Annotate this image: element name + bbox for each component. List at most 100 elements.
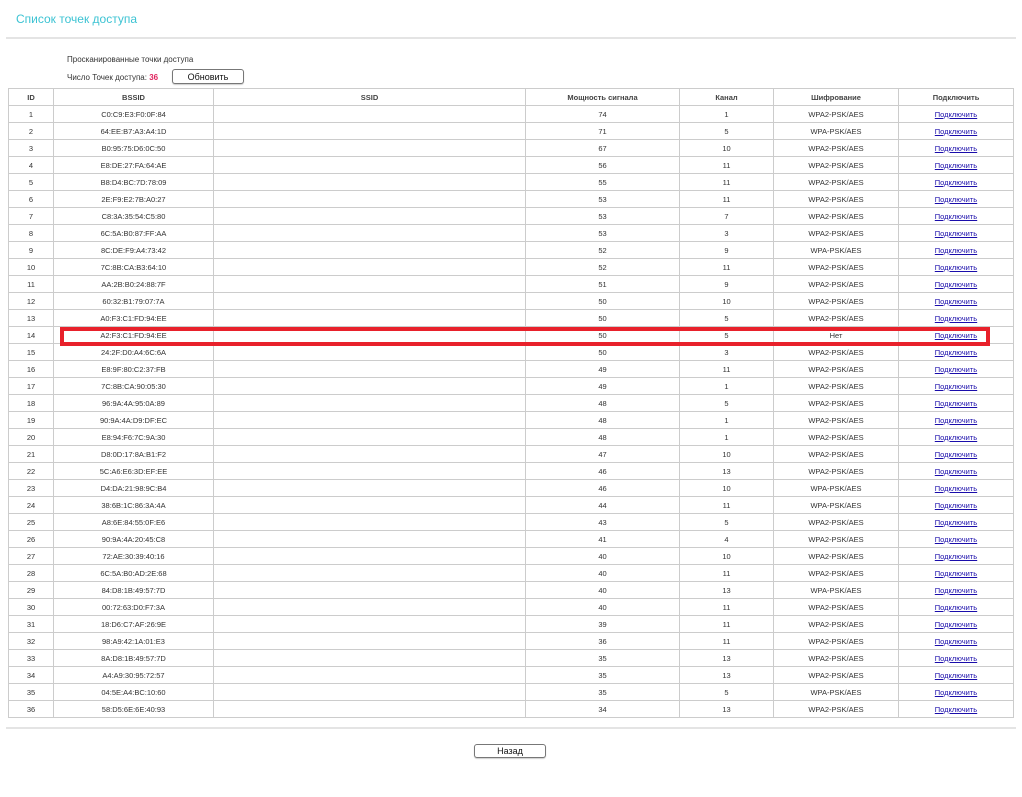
cell-bssid: C0:C9:E3:F0:0F:84 [53,105,214,123]
cell-signal: 55 [525,173,680,191]
table-row: 10 7C:8B:CA:B3:64:10 52 11 WPA2-PSK/AES Подкл… [8,258,1014,276]
connect-link[interactable]: Подключить [935,195,977,204]
connect-link[interactable]: Подключить [935,586,977,595]
connect-link[interactable]: Подключить [935,671,977,680]
connect-link[interactable]: Подключить [935,212,977,221]
cell-connect: Подключить [898,547,1014,565]
cell-encryption: WPA2-PSK/AES [773,275,899,293]
connect-link[interactable]: Подключить [935,246,977,255]
cell-id: 20 [8,428,54,446]
connect-link[interactable]: Подключить [935,314,977,323]
cell-ssid [213,394,526,412]
cell-ssid [213,496,526,514]
cell-signal: 34 [525,700,680,718]
connect-link[interactable]: Подключить [935,416,977,425]
page-title: Список точек доступа [16,12,138,26]
table-row: 15 24:2F:D0:A4:6C:6A 50 3 WPA2-PSK/AES Подклю… [8,343,1014,361]
table-row: 13 A0:F3:C1:FD:94:EE 50 5 WPA2-PSK/AES Подклю… [8,309,1014,327]
cell-id: 11 [8,275,54,293]
cell-connect: Подключить [898,105,1014,123]
connect-link[interactable]: Подключить [935,501,977,510]
connect-link[interactable]: Подключить [935,484,977,493]
cell-ssid [213,275,526,293]
cell-channel: 11 [679,496,774,514]
connect-link[interactable]: Подключить [935,450,977,459]
connect-link[interactable]: Подключить [935,331,977,340]
ap-count: Число Точек доступа: 36 [67,73,158,82]
cell-bssid: 7C:8B:CA:90:05:30 [53,377,214,395]
connect-link[interactable]: Подключить [935,688,977,697]
back-button[interactable]: Назад [474,744,546,758]
cell-connect: Подключить [898,666,1014,684]
cell-id: 35 [8,683,54,701]
connect-link[interactable]: Подключить [935,382,977,391]
cell-ssid [213,632,526,650]
table-row: 18 96:9A:4A:95:0A:89 48 5 WPA2-PSK/AES Подклю… [8,394,1014,412]
connect-link[interactable]: Подключить [935,178,977,187]
connect-link[interactable]: Подключить [935,569,977,578]
cell-channel: 11 [679,564,774,582]
connect-link[interactable]: Подключить [935,433,977,442]
connect-link[interactable]: Подключить [935,297,977,306]
cell-bssid: 64:EE:B7:A3:A4:1D [53,122,214,140]
connect-link[interactable]: Подключить [935,637,977,646]
connect-link[interactable]: Подключить [935,620,977,629]
connect-link[interactable]: Подключить [935,348,977,357]
cell-bssid: D4:DA:21:98:9C:B4 [53,479,214,497]
connect-link[interactable]: Подключить [935,603,977,612]
cell-channel: 1 [679,105,774,123]
refresh-button[interactable]: Обновить [172,69,244,84]
connect-link[interactable]: Подключить [935,518,977,527]
cell-encryption: WPA2-PSK/AES [773,445,899,463]
connect-link[interactable]: Подключить [935,280,977,289]
cell-connect: Подключить [898,615,1014,633]
cell-signal: 40 [525,547,680,565]
cell-signal: 52 [525,241,680,259]
connect-link[interactable]: Подключить [935,127,977,136]
connect-link[interactable]: Подключить [935,535,977,544]
cell-signal: 40 [525,564,680,582]
cell-connect: Подключить [898,479,1014,497]
connect-link[interactable]: Подключить [935,552,977,561]
connect-link[interactable]: Подключить [935,229,977,238]
cell-channel: 4 [679,530,774,548]
cell-channel: 9 [679,241,774,259]
cell-bssid: 72:AE:30:39:40:16 [53,547,214,565]
cell-bssid: A8:6E:84:55:0F:E6 [53,513,214,531]
cell-connect: Подключить [898,632,1014,650]
cell-signal: 40 [525,581,680,599]
connect-link[interactable]: Подключить [935,161,977,170]
table-row: 20 E8:94:F6:7C:9A:30 48 1 WPA2-PSK/AES Подклю… [8,428,1014,446]
cell-bssid: AA:2B:B0:24:88:7F [53,275,214,293]
cell-bssid: 98:A9:42:1A:01:E3 [53,632,214,650]
table-row: 27 72:AE:30:39:40:16 40 10 WPA2-PSK/AES Подкл… [8,547,1014,565]
cell-channel: 5 [679,122,774,140]
cell-connect: Подключить [898,598,1014,616]
table-row: 2 64:EE:B7:A3:A4:1D 71 5 WPA-PSK/AES Подключи… [8,122,1014,140]
cell-id: 32 [8,632,54,650]
cell-ssid [213,513,526,531]
connect-link[interactable]: Подключить [935,399,977,408]
connect-link[interactable]: Подключить [935,467,977,476]
cell-id: 12 [8,292,54,310]
cell-bssid: 6C:5A:B0:AD:2E:68 [53,564,214,582]
connect-link[interactable]: Подключить [935,144,977,153]
cell-connect: Подключить [898,394,1014,412]
cell-signal: 53 [525,207,680,225]
table-row: 29 84:D8:1B:49:57:7D 40 13 WPA-PSK/AES Подклю… [8,581,1014,599]
cell-channel: 11 [679,173,774,191]
connect-link[interactable]: Подключить [935,654,977,663]
cell-encryption: WPA2-PSK/AES [773,394,899,412]
connect-link[interactable]: Подключить [935,110,977,119]
cell-encryption: WPA2-PSK/AES [773,547,899,565]
cell-ssid [213,564,526,582]
cell-bssid: 90:9A:4A:D9:DF:EC [53,411,214,429]
connect-link[interactable]: Подключить [935,705,977,714]
cell-connect: Подключить [898,241,1014,259]
cell-id: 27 [8,547,54,565]
connect-link[interactable]: Подключить [935,263,977,272]
cell-ssid [213,411,526,429]
connect-link[interactable]: Подключить [935,365,977,374]
cell-id: 9 [8,241,54,259]
cell-channel: 7 [679,207,774,225]
